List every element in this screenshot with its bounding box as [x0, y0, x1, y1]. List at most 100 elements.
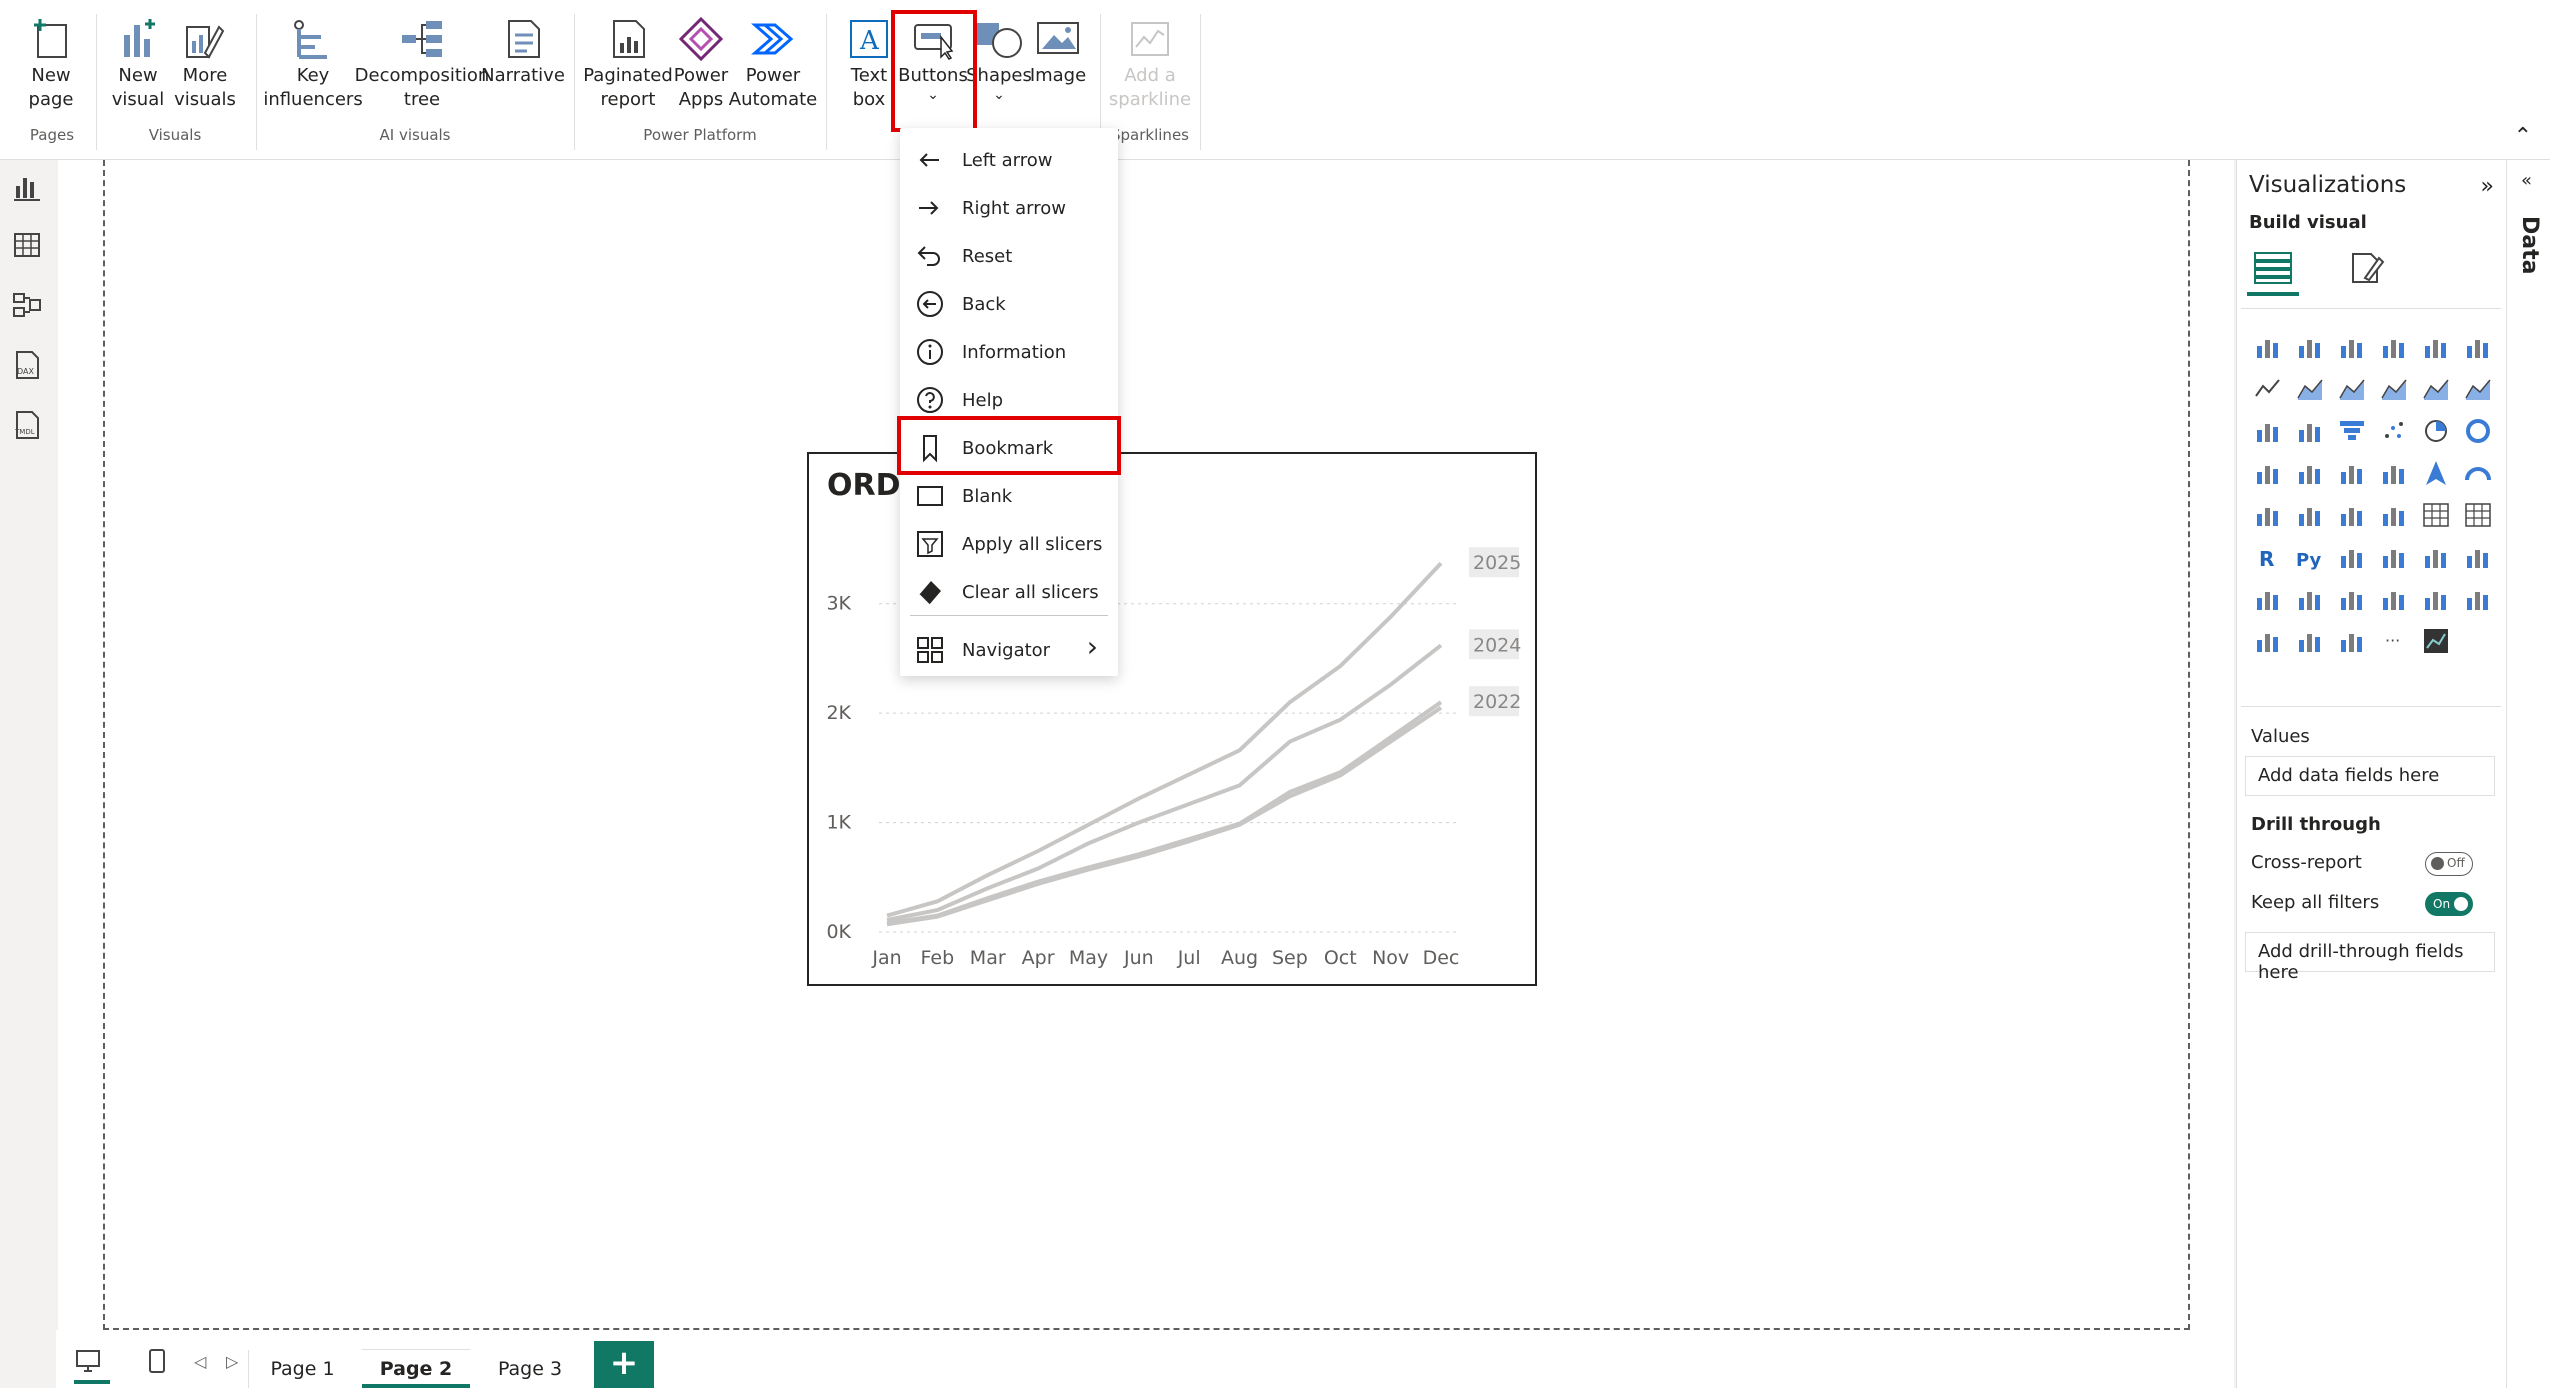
area-chart-icon[interactable]	[2289, 368, 2331, 410]
tab-page-2[interactable]: Page 2	[362, 1350, 470, 1388]
more-visuals-icon[interactable]: ···	[2373, 620, 2415, 662]
paginated-visual-icon[interactable]	[2289, 578, 2331, 620]
x-tick-label: May	[1069, 947, 1108, 969]
add-page-button[interactable]: +	[594, 1341, 654, 1388]
mobile-layout-button[interactable]	[146, 1348, 168, 1380]
filled-map-icon[interactable]	[2331, 452, 2373, 494]
new-visual-button[interactable]: New visual	[108, 14, 168, 112]
prev-page-icon[interactable]: ◁	[194, 1352, 206, 1371]
tmdl-view-icon[interactable]: TMDL	[12, 410, 42, 440]
stacked-column-icon[interactable]	[2289, 326, 2331, 368]
multi-row-card-icon[interactable]	[2289, 494, 2331, 536]
menu-item-back[interactable]: Back	[900, 280, 1118, 328]
clustered-column-icon[interactable]	[2373, 326, 2415, 368]
slicer-new-icon[interactable]	[2373, 578, 2415, 620]
new-page-button[interactable]: New page	[18, 14, 84, 112]
menu-item-right-arrow[interactable]: Right arrow	[900, 184, 1118, 232]
collapse-ribbon-icon[interactable]: ⌃	[2514, 124, 2532, 149]
menu-item-information[interactable]: Information	[900, 328, 1118, 376]
slicer-icon[interactable]	[2373, 494, 2415, 536]
cross-report-toggle[interactable]: Off	[2425, 852, 2473, 876]
stacked-area-icon[interactable]	[2331, 368, 2373, 410]
image-button[interactable]: Image	[1030, 14, 1086, 88]
python-visual-icon[interactable]: Py	[2289, 536, 2331, 578]
dax-query-view-icon[interactable]: DAX	[12, 350, 42, 380]
series-label-2025: 2025	[1469, 547, 1521, 578]
clustered-bar-icon[interactable]	[2331, 326, 2373, 368]
100-stacked-area-icon[interactable]	[2373, 368, 2415, 410]
menu-item-clear-all-slicers[interactable]: Clear all slicers	[900, 568, 1118, 616]
drill-through-well[interactable]: Add drill-through fields here	[2245, 932, 2495, 983]
x-tick-label: Sep	[1272, 947, 1308, 969]
treemap-icon[interactable]	[2247, 452, 2289, 494]
svg-text:···: ···	[2385, 631, 2400, 650]
keep-all-filters-toggle[interactable]: On	[2425, 892, 2473, 916]
menu-item-reset[interactable]: Reset	[900, 232, 1118, 280]
table-icon[interactable]	[2415, 494, 2457, 536]
data-pane-collapsed[interactable]: « Data	[2506, 160, 2550, 1388]
ribbon-chart-icon[interactable]	[2247, 410, 2289, 452]
expand-pane-icon[interactable]: «	[2521, 170, 2532, 191]
100-stacked-column-icon[interactable]	[2457, 326, 2499, 368]
donut-icon[interactable]	[2457, 410, 2499, 452]
menu-item-navigator[interactable]: Navigator ›	[900, 626, 1118, 674]
model-view-icon[interactable]	[12, 290, 42, 320]
format-visual-tab[interactable]	[2345, 246, 2389, 290]
100-stacked-bar-icon[interactable]	[2415, 326, 2457, 368]
scatter-icon[interactable]	[2373, 410, 2415, 452]
tab-page-3[interactable]: Page 3	[476, 1350, 584, 1388]
decomposition-tree-icon[interactable]	[2373, 536, 2415, 578]
collapse-pane-icon[interactable]: »	[2481, 174, 2494, 199]
power-apps-button[interactable]: Power Apps	[672, 14, 730, 112]
card-new-icon[interactable]	[2331, 578, 2373, 620]
build-visual-tab[interactable]	[2247, 244, 2299, 296]
funnel-icon[interactable]	[2331, 410, 2373, 452]
matrix-icon[interactable]	[2457, 494, 2499, 536]
line-chart-icon[interactable]	[2247, 368, 2289, 410]
desktop-layout-button[interactable]	[74, 1348, 110, 1384]
y-tick-label: 0K	[826, 921, 851, 943]
key-influencers-button[interactable]: Key influencers	[263, 14, 363, 112]
kpi-icon[interactable]	[2331, 494, 2373, 536]
divider	[1200, 14, 1201, 150]
menu-item-left-arrow[interactable]: Left arrow	[900, 136, 1118, 184]
metrics-icon[interactable]	[2247, 578, 2289, 620]
azure-map-icon[interactable]	[2415, 452, 2457, 494]
r-visual-icon[interactable]: R	[2247, 536, 2289, 578]
tab-page-1[interactable]: Page 1	[248, 1350, 356, 1388]
power-automate-icon[interactable]	[2331, 620, 2373, 662]
card-icon[interactable]	[2247, 494, 2289, 536]
narrative-button[interactable]: Narrative	[481, 14, 565, 88]
series-line-unlabeled[interactable]	[886, 706, 1443, 927]
add-sparkline-button[interactable]: Add a sparkline	[1108, 14, 1192, 112]
key-influencers-icon[interactable]	[2331, 536, 2373, 578]
list-slicer-icon[interactable]	[2457, 578, 2499, 620]
power-automate-button[interactable]: Power Automate	[729, 14, 817, 112]
waterfall-icon[interactable]	[2289, 410, 2331, 452]
smart-narrative-icon[interactable]	[2457, 536, 2499, 578]
line-stacked-column-icon[interactable]	[2415, 368, 2457, 410]
power-apps-icon[interactable]	[2289, 620, 2331, 662]
values-well[interactable]: Add data fields here	[2245, 756, 2495, 796]
new-page-label: New page	[28, 65, 74, 110]
x-tick-label: Oct	[1324, 947, 1357, 969]
map-icon[interactable]	[2289, 452, 2331, 494]
more-visuals-button[interactable]: More visuals	[170, 14, 240, 112]
next-page-icon[interactable]: ▷	[226, 1352, 238, 1371]
paginated-report-button[interactable]: Paginated report	[583, 14, 673, 112]
report-view-icon[interactable]	[12, 172, 42, 202]
menu-item-blank[interactable]: Blank	[900, 472, 1118, 520]
table-view-icon[interactable]	[12, 230, 42, 260]
series-line-2024[interactable]	[886, 643, 1443, 922]
shape-map-icon[interactable]	[2373, 452, 2415, 494]
pie-icon[interactable]	[2415, 410, 2457, 452]
gauge-icon[interactable]	[2457, 452, 2499, 494]
stacked-bar-icon[interactable]	[2247, 326, 2289, 368]
custom-visual-icon[interactable]	[2415, 620, 2457, 662]
menu-item-apply-all-slicers[interactable]: Apply all slicers	[900, 520, 1118, 568]
button-slicer-icon[interactable]	[2415, 578, 2457, 620]
qa-icon[interactable]	[2415, 536, 2457, 578]
azure-map-alt-icon[interactable]	[2247, 620, 2289, 662]
line-clustered-column-icon[interactable]	[2457, 368, 2499, 410]
decomposition-tree-button[interactable]: Decomposition tree	[355, 14, 489, 112]
